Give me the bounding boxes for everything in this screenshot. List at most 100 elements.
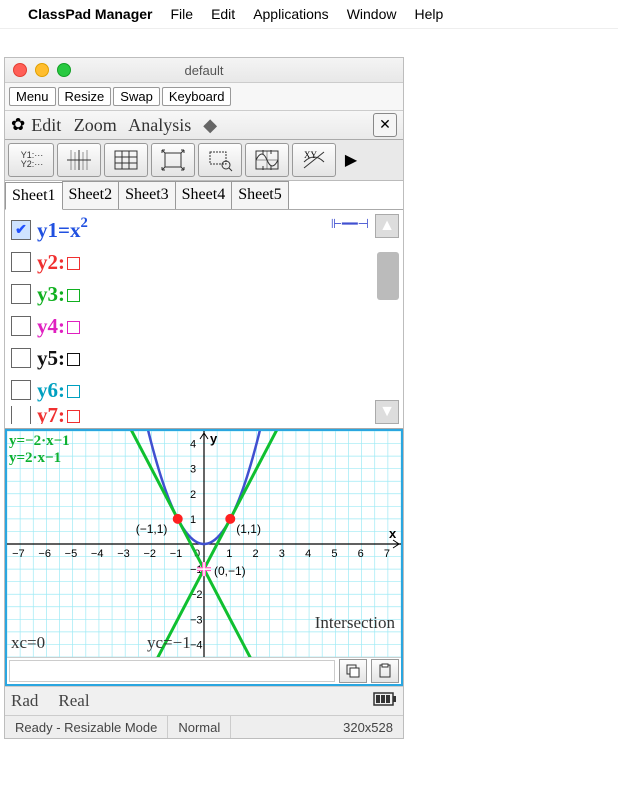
battery-icon xyxy=(373,691,397,711)
svg-text:4: 4 xyxy=(190,439,196,451)
diamond-icon[interactable]: ◆ xyxy=(203,115,217,136)
svg-text:2: 2 xyxy=(253,548,259,560)
mac-menu-file[interactable]: File xyxy=(171,6,194,22)
svg-text:(1,1): (1,1) xyxy=(236,522,261,536)
svg-text:−3: −3 xyxy=(190,614,203,626)
table-icon[interactable] xyxy=(104,143,148,177)
svg-text:−5: −5 xyxy=(65,548,78,560)
zoombox-icon[interactable] xyxy=(198,143,242,177)
svg-text:(0,−1): (0,−1) xyxy=(214,564,246,578)
fit-icon[interactable] xyxy=(151,143,195,177)
svg-text:4: 4 xyxy=(305,548,311,560)
mode-bar: Rad Real xyxy=(5,686,403,715)
graph-input[interactable] xyxy=(9,660,335,682)
svg-text:−7: −7 xyxy=(12,548,25,560)
mac-menu-bar: ClassPad Manager File Edit Applications … xyxy=(0,0,618,29)
fn-row-y2[interactable]: y2: xyxy=(11,246,397,278)
fn-row-y5[interactable]: y5: xyxy=(11,342,397,374)
graph-panel: −7−6−5−4−3−2−101234567−4−3−2−11234yx(−1,… xyxy=(5,429,403,686)
fn-row-y6[interactable]: y6: xyxy=(11,374,397,406)
fn-expr-y4[interactable]: y4: xyxy=(37,314,80,339)
icon-bar: Y1:···Y2:··· XY ▶ xyxy=(5,140,403,181)
graph-canvas[interactable]: −7−6−5−4−3−2−101234567−4−3−2−11234yx(−1,… xyxy=(7,431,401,657)
fn-expr-y7[interactable]: y7: xyxy=(37,406,80,424)
status-normal: Normal xyxy=(168,716,231,738)
svg-text:3: 3 xyxy=(190,464,196,476)
yeditor-icon[interactable]: Y1:···Y2:··· xyxy=(8,143,54,177)
graph-bottom-bar xyxy=(7,657,401,684)
tab-sheet3[interactable]: Sheet3 xyxy=(118,181,176,209)
fn-row-y7[interactable]: y7: xyxy=(11,406,397,424)
app-name[interactable]: ClassPad Manager xyxy=(28,6,153,22)
tab-sheet2[interactable]: Sheet2 xyxy=(62,181,120,209)
svg-text:x: x xyxy=(389,526,397,541)
tab-sheet4[interactable]: Sheet4 xyxy=(175,181,233,209)
checkbox-y4[interactable] xyxy=(11,316,31,336)
svg-text:1: 1 xyxy=(226,548,232,560)
fn-row-y3[interactable]: y3: xyxy=(11,278,397,310)
window-title: default xyxy=(5,63,403,78)
svg-text:−4: −4 xyxy=(91,548,104,560)
app-toolbar: ✿ Edit Zoom Analysis ◆ ✕ xyxy=(5,111,403,140)
mac-menu-help[interactable]: Help xyxy=(414,6,443,22)
toolbar-zoom[interactable]: Zoom xyxy=(74,115,117,135)
yc-readout: yc=−1 xyxy=(147,633,191,653)
svg-text:−1: −1 xyxy=(170,548,183,560)
panel-close-button[interactable]: ✕ xyxy=(373,113,397,137)
svg-text:1: 1 xyxy=(190,514,196,526)
keyboard-button[interactable]: Keyboard xyxy=(162,87,232,106)
app-window: default Menu Resize Swap Keyboard ✿ Edit… xyxy=(4,57,404,739)
overflow-icon[interactable]: ▶ xyxy=(339,143,363,177)
fn-expr-y5[interactable]: y5: xyxy=(37,346,80,371)
checkbox-y7[interactable] xyxy=(11,406,31,424)
scroll-down-icon[interactable]: ▼ xyxy=(375,400,399,424)
line-style-indicator[interactable]: ⊩━━⊣ xyxy=(331,216,369,232)
svg-text:3: 3 xyxy=(279,548,285,560)
function-list: ⊩━━⊣ ▲ ▼ ✔ y1=x2 y2: y3: y4: y5: y6: xyxy=(5,210,403,429)
scroll-up-icon[interactable]: ▲ xyxy=(375,214,399,238)
titlebar[interactable]: default xyxy=(5,58,403,83)
copy-icon[interactable] xyxy=(339,659,367,683)
checkbox-y5[interactable] xyxy=(11,348,31,368)
svg-text:−2: −2 xyxy=(143,548,156,560)
swap-button[interactable]: Swap xyxy=(113,87,160,106)
tangent-equations: y=−2·x−1 y=2·x−1 xyxy=(9,433,70,466)
svg-text:5: 5 xyxy=(331,548,337,560)
svg-text:−6: −6 xyxy=(38,548,51,560)
toolbar-analysis[interactable]: Analysis xyxy=(128,115,191,135)
mac-menu-edit[interactable]: Edit xyxy=(211,6,235,22)
trig-icon[interactable] xyxy=(245,143,289,177)
fn-expr-y3[interactable]: y3: xyxy=(37,282,80,307)
fn-expr-y6[interactable]: y6: xyxy=(37,378,80,403)
svg-text:7: 7 xyxy=(384,548,390,560)
checkbox-y2[interactable] xyxy=(11,252,31,272)
status-ready: Ready - Resizable Mode xyxy=(5,716,168,738)
fn-expr-y1[interactable]: y1=x2 xyxy=(37,218,88,243)
scrollbar-thumb[interactable] xyxy=(377,252,399,300)
angle-mode[interactable]: Rad xyxy=(11,691,38,711)
number-mode[interactable]: Real xyxy=(58,691,89,711)
status-size: 320x528 xyxy=(333,716,403,738)
fn-expr-y2[interactable]: y2: xyxy=(37,250,80,275)
toolbar-edit[interactable]: Edit xyxy=(31,115,61,135)
gear-icon[interactable]: ✿ xyxy=(11,115,25,135)
xc-readout: xc=0 xyxy=(11,633,45,653)
mac-menu-window[interactable]: Window xyxy=(347,6,397,22)
paste-icon[interactable] xyxy=(371,659,399,683)
fn-row-y4[interactable]: y4: xyxy=(11,310,397,342)
tab-sheet1[interactable]: Sheet1 xyxy=(5,182,63,210)
mode-label: Intersection xyxy=(315,613,395,633)
checkbox-y6[interactable] xyxy=(11,380,31,400)
window-buttons: Menu Resize Swap Keyboard xyxy=(5,83,403,111)
svg-text:−3: −3 xyxy=(117,548,130,560)
axes-icon[interactable] xyxy=(57,143,101,177)
mac-menu-applications[interactable]: Applications xyxy=(253,6,329,22)
resize-button[interactable]: Resize xyxy=(58,87,112,106)
xy-swap-icon[interactable]: XY xyxy=(292,143,336,177)
sheet-tabs: Sheet1 Sheet2 Sheet3 Sheet4 Sheet5 xyxy=(5,181,403,210)
status-bar: Ready - Resizable Mode Normal 320x528 xyxy=(5,715,403,738)
checkbox-y3[interactable] xyxy=(11,284,31,304)
tab-sheet5[interactable]: Sheet5 xyxy=(231,181,289,209)
menu-button[interactable]: Menu xyxy=(9,87,56,106)
checkbox-y1[interactable]: ✔ xyxy=(11,220,31,240)
